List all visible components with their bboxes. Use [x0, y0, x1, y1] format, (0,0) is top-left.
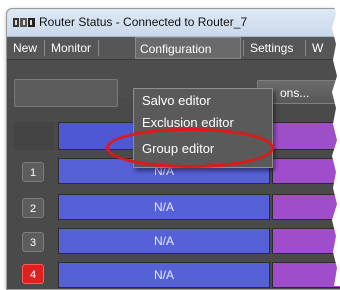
row-number-2[interactable]: 2 — [22, 198, 44, 218]
grid-cell[interactable]: N/A — [58, 194, 270, 220]
menu-item-salvo-editor[interactable]: Salvo editor — [142, 93, 211, 108]
window-title: Router Status - Connected to Router_7 — [39, 15, 248, 29]
menu-bar: New Monitor Configuration Settings W — [7, 37, 340, 60]
menu-settings[interactable]: Settings — [246, 37, 297, 59]
router-app-icon — [13, 18, 35, 27]
row-number-3[interactable]: 3 — [22, 232, 44, 252]
title-bar: Router Status - Connected to Router_7 — [7, 9, 340, 37]
row-number-4-alert[interactable]: 4 — [22, 264, 44, 284]
menu-separator — [243, 40, 244, 56]
torn-edge — [332, 0, 340, 286]
highlight-ellipse — [106, 128, 274, 168]
grid-cell[interactable]: N/A — [58, 262, 270, 288]
menu-monitor[interactable]: Monitor — [47, 37, 95, 59]
toolbar-button[interactable] — [14, 79, 118, 107]
menu-window[interactable]: W — [308, 37, 327, 59]
grid-cell[interactable]: N/A — [58, 228, 270, 254]
menu-separator — [44, 40, 45, 56]
menu-separator — [305, 40, 306, 56]
menu-new[interactable]: New — [9, 37, 41, 59]
menu-separator — [98, 40, 99, 56]
grid-corner — [14, 122, 54, 150]
menu-configuration[interactable]: Configuration — [135, 37, 241, 59]
row-number-1[interactable]: 1 — [22, 162, 44, 182]
